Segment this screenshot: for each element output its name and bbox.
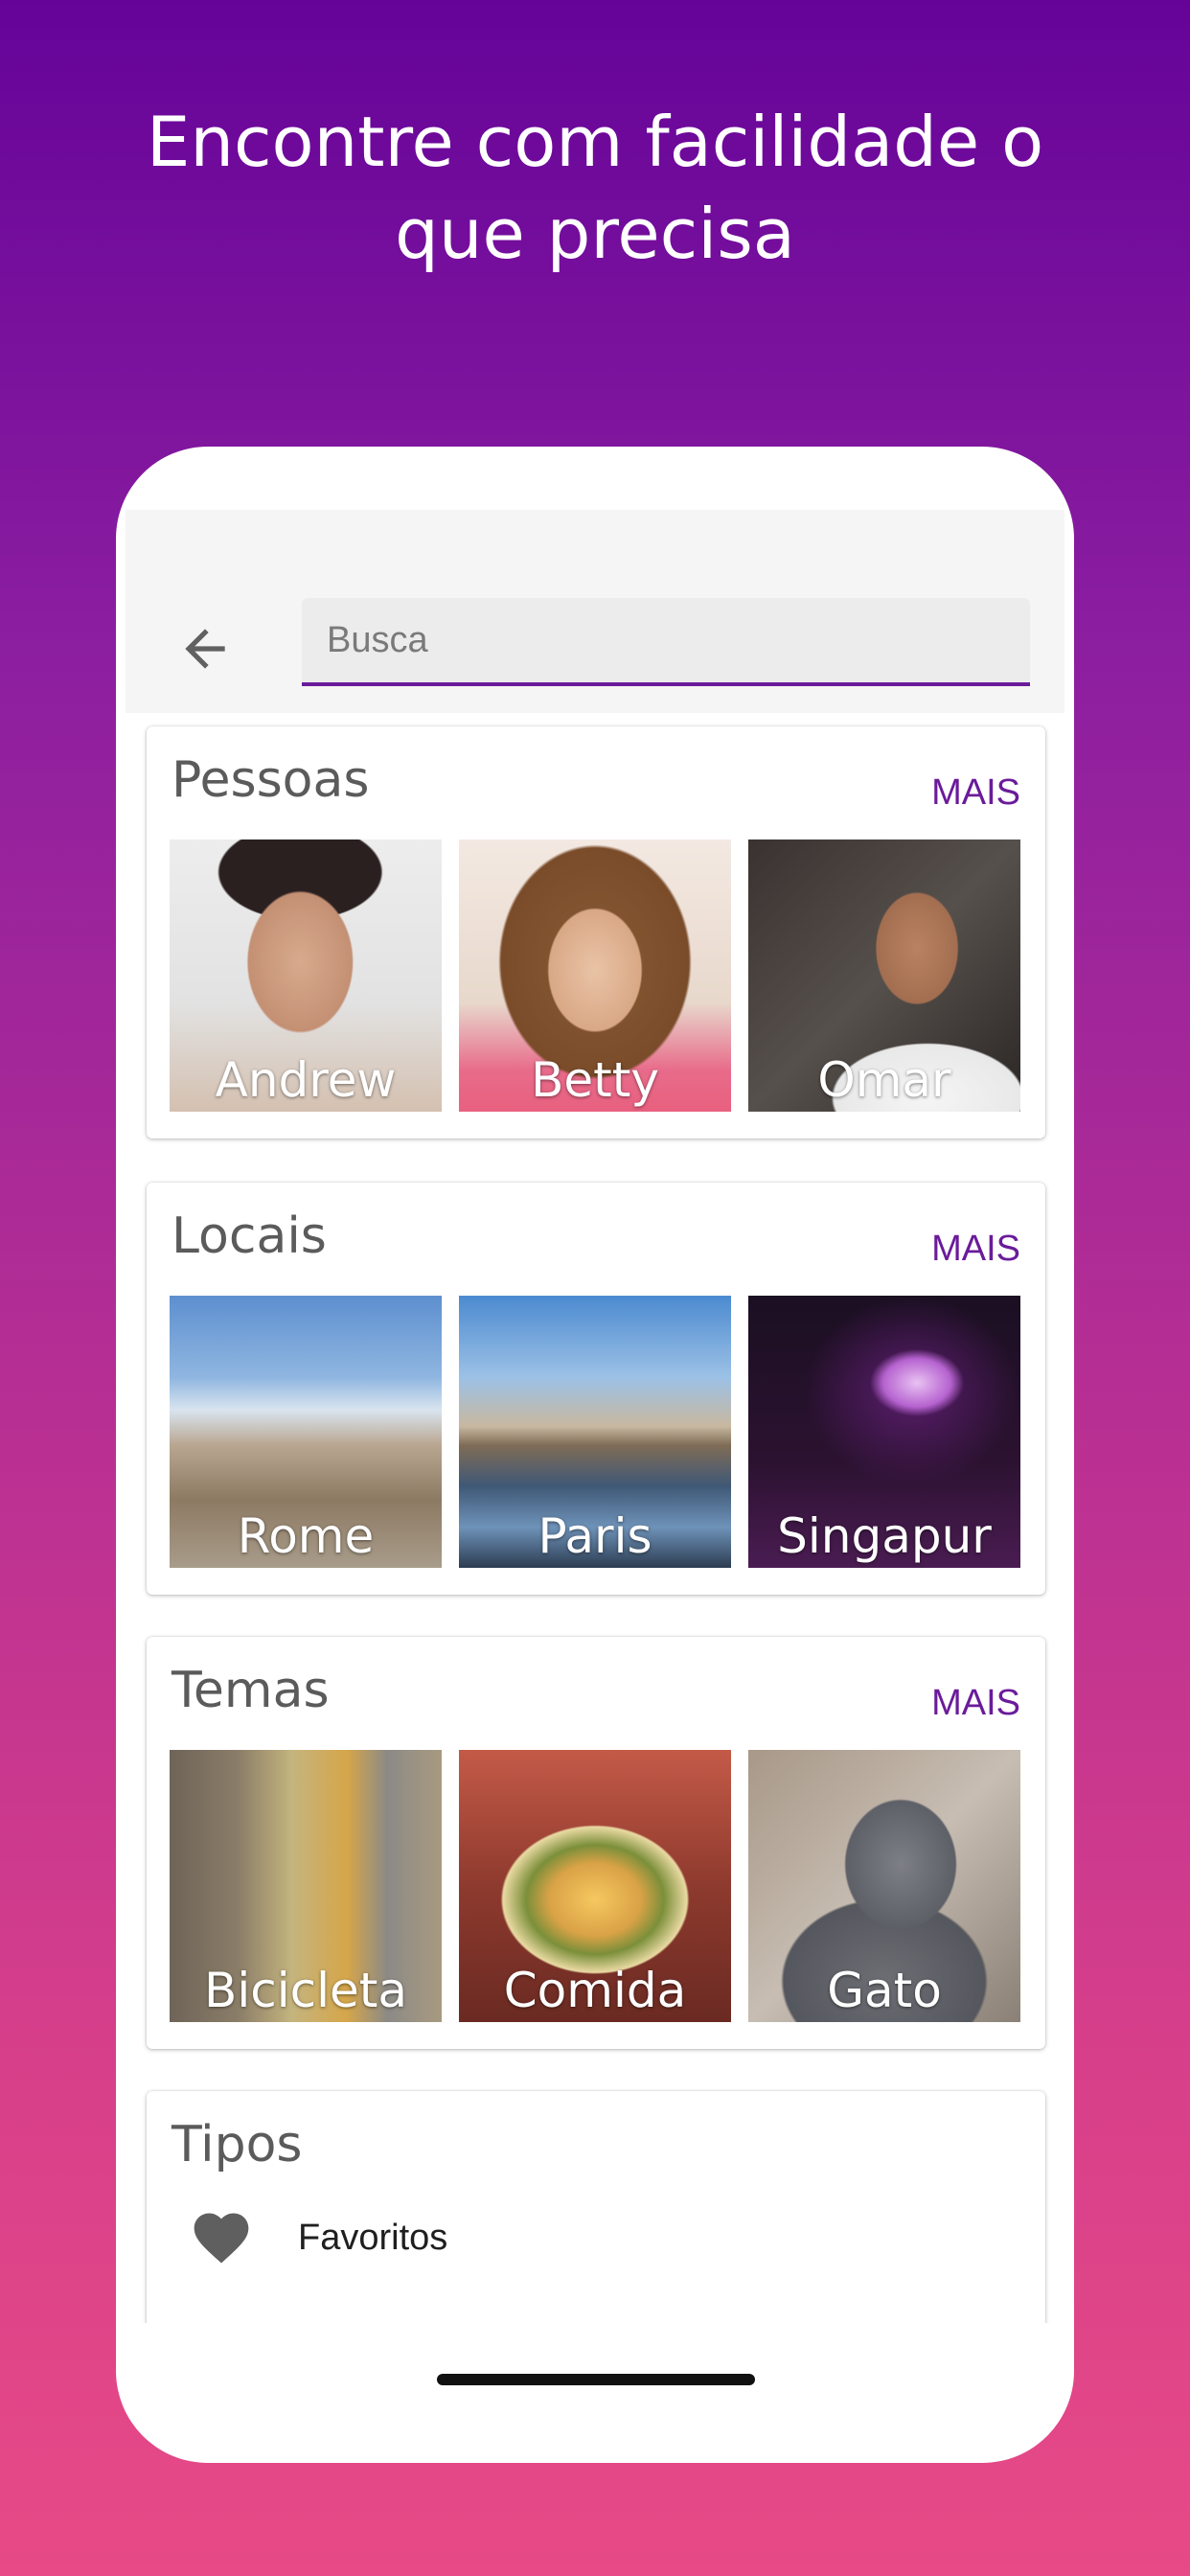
more-button-locais[interactable]: MAIS bbox=[931, 1229, 1020, 1270]
tile-andrew[interactable]: Andrew bbox=[170, 840, 442, 1112]
more-button-pessoas[interactable]: MAIS bbox=[931, 772, 1020, 814]
tile-label: Paris bbox=[538, 1508, 652, 1564]
tipos-item-favoritos[interactable]: Favoritos bbox=[189, 2204, 447, 2271]
headline-line-1: Encontre com facilidade o bbox=[146, 102, 1044, 182]
more-button-temas[interactable]: MAIS bbox=[931, 1683, 1020, 1724]
section-temas: Temas MAIS Bicicleta Comida Gato bbox=[147, 1637, 1045, 2049]
section-title: Pessoas bbox=[172, 751, 370, 809]
tile-label: Andrew bbox=[215, 1052, 397, 1108]
tile-label: Omar bbox=[817, 1052, 951, 1108]
headline: Encontre com facilidade o que precisa bbox=[0, 96, 1190, 280]
section-tipos: Tipos Favoritos bbox=[147, 2091, 1045, 2323]
tile-row: Rome Paris Singapur bbox=[170, 1296, 1022, 1568]
home-indicator bbox=[437, 2374, 755, 2385]
arrow-back-icon bbox=[185, 629, 225, 669]
tile-label: Rome bbox=[237, 1508, 375, 1564]
tile-label: Betty bbox=[531, 1052, 659, 1108]
search-field[interactable] bbox=[302, 598, 1030, 686]
section-title: Tipos bbox=[172, 2116, 303, 2174]
tile-label: Gato bbox=[827, 1963, 942, 2018]
section-title: Locais bbox=[172, 1208, 327, 1265]
tile-singapur[interactable]: Singapur bbox=[748, 1296, 1020, 1568]
tile-betty[interactable]: Betty bbox=[459, 840, 731, 1112]
tile-comida[interactable]: Comida bbox=[459, 1750, 731, 2022]
search-app-bar bbox=[126, 510, 1064, 713]
back-button[interactable] bbox=[172, 615, 239, 682]
section-title: Temas bbox=[172, 1662, 330, 1719]
tipos-item-label: Favoritos bbox=[298, 2217, 448, 2258]
tile-row: Andrew Betty Omar bbox=[170, 840, 1022, 1112]
search-results: Pessoas MAIS Andrew Betty Omar Locais MAIS Rome… bbox=[116, 713, 1074, 2323]
tile-paris[interactable]: Paris bbox=[459, 1296, 731, 1568]
tile-label: Bicicleta bbox=[204, 1963, 407, 2018]
tile-label: Comida bbox=[503, 1963, 687, 2018]
search-input[interactable] bbox=[302, 598, 1030, 682]
tile-gato[interactable]: Gato bbox=[748, 1750, 1020, 2022]
tile-row: Bicicleta Comida Gato bbox=[170, 1750, 1022, 2022]
tile-label: Singapur bbox=[777, 1508, 992, 1564]
heart-icon bbox=[194, 2213, 249, 2264]
tile-omar[interactable]: Omar bbox=[748, 840, 1020, 1112]
tile-bicicleta[interactable]: Bicicleta bbox=[170, 1750, 442, 2022]
section-locais: Locais MAIS Rome Paris Singapur bbox=[147, 1183, 1045, 1595]
phone-frame: Pessoas MAIS Andrew Betty Omar Locais MAIS Rome… bbox=[116, 447, 1074, 2463]
headline-line-2: que precisa bbox=[395, 194, 795, 274]
tile-rome[interactable]: Rome bbox=[170, 1296, 442, 1568]
section-pessoas: Pessoas MAIS Andrew Betty Omar bbox=[147, 726, 1045, 1138]
